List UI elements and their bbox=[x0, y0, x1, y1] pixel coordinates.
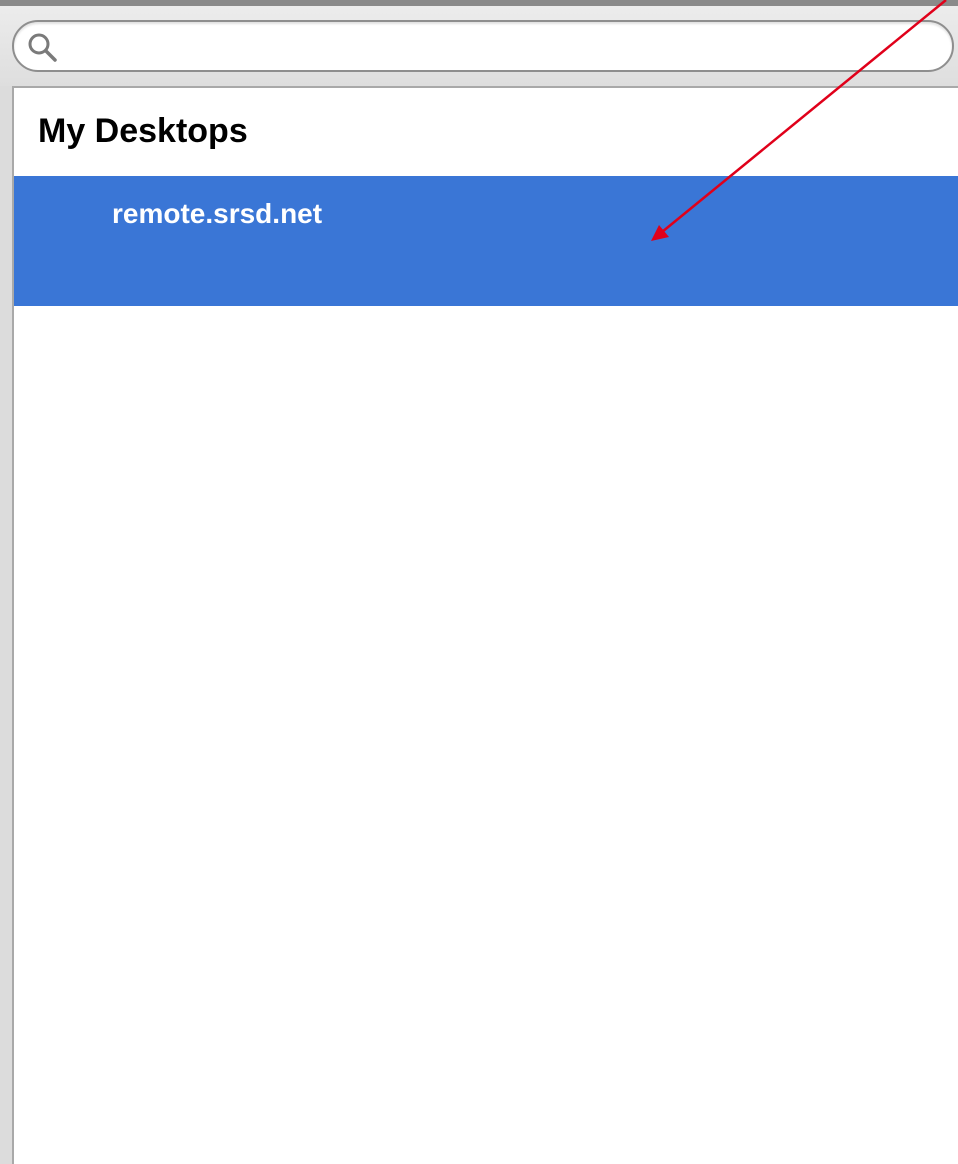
section-header-my-desktops: My Desktops bbox=[38, 112, 248, 150]
desktop-list-panel: My Desktops remote.srsd.net bbox=[12, 86, 958, 1164]
search-icon bbox=[28, 33, 57, 62]
desktop-item-label: remote.srsd.net bbox=[112, 198, 323, 229]
search-toolbar bbox=[0, 6, 958, 86]
desktop-item-remote-srsd-net[interactable]: remote.srsd.net bbox=[14, 176, 958, 306]
search-field[interactable] bbox=[12, 20, 954, 72]
search-input[interactable] bbox=[66, 28, 930, 66]
